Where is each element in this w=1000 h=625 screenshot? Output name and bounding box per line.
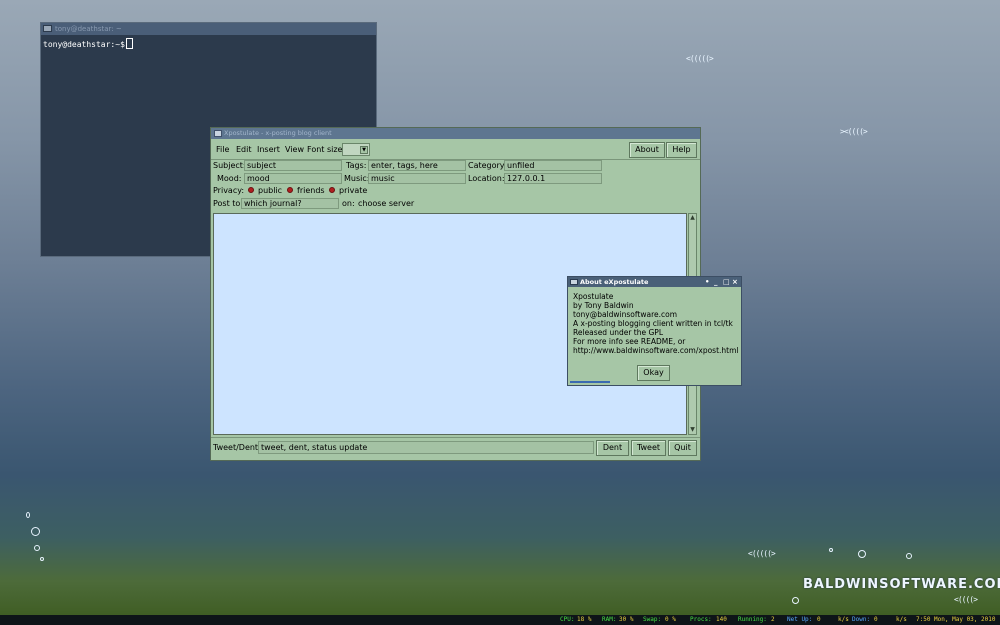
bubble-decoration bbox=[40, 557, 44, 561]
net-up-unit: k/s bbox=[838, 616, 849, 623]
fish-decoration: ><((((> bbox=[840, 127, 868, 136]
mood-field[interactable]: mood bbox=[244, 173, 342, 184]
chevron-down-icon[interactable]: ▼ bbox=[360, 146, 368, 154]
okay-button[interactable]: Okay bbox=[637, 365, 670, 381]
about-dialog[interactable]: About eXpostulate • _ □ × Xpostulate by … bbox=[567, 276, 742, 386]
down-unit: k/s bbox=[896, 616, 907, 623]
about-text: Xpostulate by Tony Baldwin tony@baldwins… bbox=[573, 292, 739, 355]
running-value: 2 bbox=[771, 616, 775, 623]
subject-label: Subject: bbox=[213, 161, 246, 170]
net-up-label: Net Up: bbox=[787, 616, 813, 623]
tags-field[interactable]: enter, tags, here bbox=[368, 160, 466, 171]
bubble-decoration bbox=[31, 527, 40, 536]
category-label: Category: bbox=[468, 161, 507, 170]
about-line: For more info see README, or bbox=[573, 337, 686, 346]
radio-friends-label[interactable]: friends bbox=[297, 185, 325, 196]
bubble-decoration bbox=[906, 553, 912, 559]
tweet-dent-label: Tweet/Dent: bbox=[213, 443, 261, 452]
terminal-cursor bbox=[125, 38, 133, 49]
scroll-down-icon[interactable]: ▼ bbox=[689, 426, 696, 434]
quit-button[interactable]: Quit bbox=[668, 440, 697, 456]
tweet-dent-field[interactable]: tweet, dent, status update bbox=[258, 441, 594, 454]
bubble-decoration bbox=[26, 512, 30, 518]
about-line: Released under the GPL bbox=[573, 328, 664, 337]
radio-public-label[interactable]: public bbox=[258, 185, 282, 196]
menu-file[interactable]: File bbox=[216, 144, 229, 155]
post-to-label: Post to: bbox=[213, 199, 244, 208]
brand-logo-text: BALDWINSOFTWARE.COM bbox=[803, 577, 1000, 592]
fish-decoration: <(((((> bbox=[748, 549, 776, 558]
journal-field[interactable]: which journal? bbox=[241, 198, 339, 209]
procs-value: 140 bbox=[716, 616, 727, 623]
swap-value: 0 % bbox=[665, 616, 676, 623]
dialog-focus-bar bbox=[570, 381, 610, 383]
bottom-separator bbox=[211, 437, 700, 438]
minimize-icon[interactable]: _ bbox=[714, 277, 718, 287]
fish-decoration: <(((((> bbox=[686, 54, 714, 63]
font-size-select[interactable]: ▼ bbox=[342, 143, 370, 156]
radio-private-label[interactable]: private bbox=[339, 185, 367, 196]
xpostulate-title: Xpostulate - x-posting blog client bbox=[224, 129, 332, 137]
pin-icon[interactable]: • bbox=[705, 277, 709, 287]
about-line: http://www.baldwinsoftware.com/xpost.htm… bbox=[573, 346, 739, 355]
about-line: tony@baldwinsoftware.com bbox=[573, 310, 678, 319]
menu-edit[interactable]: Edit bbox=[236, 144, 252, 155]
music-label: Music: bbox=[344, 174, 370, 183]
fish-decoration: <((((> bbox=[954, 595, 978, 604]
music-field[interactable]: music bbox=[368, 173, 466, 184]
location-label: Location: bbox=[468, 174, 505, 183]
about-title: About eXpostulate bbox=[580, 278, 649, 286]
window-icon bbox=[570, 279, 578, 285]
tags-label: Tags: bbox=[346, 161, 367, 170]
help-button[interactable]: Help bbox=[666, 142, 697, 158]
running-label: Running: bbox=[738, 616, 767, 623]
location-field[interactable]: 127.0.0.1 bbox=[504, 173, 602, 184]
bubble-decoration bbox=[34, 545, 40, 551]
about-button[interactable]: About bbox=[629, 142, 665, 158]
bubble-decoration bbox=[858, 550, 866, 558]
scroll-up-icon[interactable]: ▲ bbox=[689, 214, 696, 222]
about-line: A x-posting blogging client written in t… bbox=[573, 319, 733, 328]
swap-label: Swap: bbox=[643, 616, 662, 623]
terminal-titlebar[interactable]: tony@deathstar: ~ bbox=[41, 23, 376, 35]
font-size-label: Font size: bbox=[307, 145, 346, 154]
terminal-icon bbox=[43, 25, 52, 32]
net-up-value: 0 bbox=[817, 616, 821, 623]
category-field[interactable]: unfiled bbox=[504, 160, 602, 171]
ram-value: 30 % bbox=[619, 616, 634, 623]
terminal-prompt: tony@deathstar:~$ bbox=[43, 40, 125, 49]
terminal-title: tony@deathstar: ~ bbox=[55, 25, 122, 33]
window-icon bbox=[214, 130, 222, 137]
bubble-decoration bbox=[792, 597, 799, 604]
down-label: Down: bbox=[852, 616, 871, 623]
on-label: on: bbox=[342, 199, 355, 208]
menu-insert[interactable]: Insert bbox=[257, 144, 280, 155]
about-titlebar[interactable]: About eXpostulate • _ □ × bbox=[568, 277, 741, 287]
server-select[interactable]: choose server bbox=[358, 198, 414, 209]
clock: 7:50 Mon, May 03, 2010 bbox=[916, 616, 996, 623]
subject-field[interactable]: subject bbox=[244, 160, 342, 171]
procs-label: Procs: bbox=[690, 616, 712, 623]
dent-button[interactable]: Dent bbox=[596, 440, 629, 456]
maximize-icon[interactable]: □ bbox=[723, 277, 730, 287]
radio-public[interactable] bbox=[248, 187, 254, 193]
about-line: by Tony Baldwin bbox=[573, 301, 634, 310]
mood-label: Mood: bbox=[217, 174, 242, 183]
tweet-button[interactable]: Tweet bbox=[631, 440, 666, 456]
radio-private[interactable] bbox=[329, 187, 335, 193]
cpu-label: CPU: bbox=[560, 616, 575, 623]
terminal-body[interactable]: tony@deathstar:~$ bbox=[41, 35, 376, 52]
cpu-value: 18 % bbox=[577, 616, 592, 623]
down-value: 0 bbox=[874, 616, 878, 623]
menu-view[interactable]: View bbox=[285, 144, 304, 155]
close-icon[interactable]: × bbox=[732, 277, 738, 287]
bubble-decoration bbox=[829, 548, 833, 552]
radio-friends[interactable] bbox=[287, 187, 293, 193]
privacy-label: Privacy: bbox=[213, 186, 245, 195]
system-panel: CPU: 18 % RAM: 30 % Swap: 0 % Procs: 140… bbox=[0, 615, 1000, 625]
xpostulate-titlebar[interactable]: Xpostulate - x-posting blog client bbox=[211, 128, 700, 139]
about-line: Xpostulate bbox=[573, 292, 614, 301]
ram-label: RAM: bbox=[602, 616, 617, 623]
